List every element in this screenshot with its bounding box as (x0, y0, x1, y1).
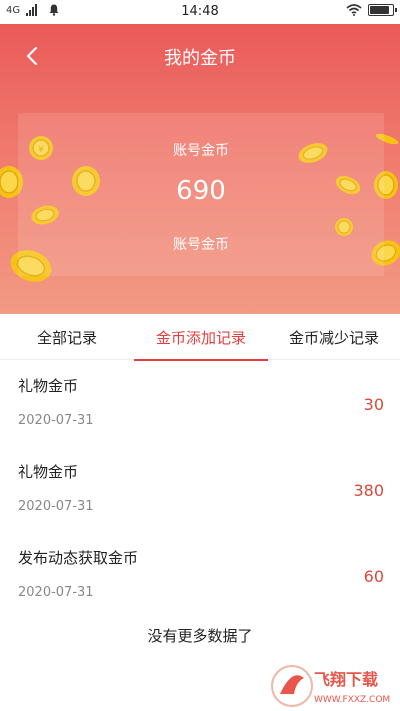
watermark-logo: 飞翔下载 WWW.FXXZ.COM (271, 665, 390, 707)
wifi-icon (346, 4, 362, 16)
tab-coins-reduced[interactable]: 金币减少记录 (268, 314, 400, 360)
status-bar: 4G 14:48 (0, 0, 400, 24)
balance-label-bottom: 账号金币 (173, 237, 229, 253)
record-date: 2020-07-31 (18, 499, 94, 514)
record-tabs: 全部记录 金币添加记录 金币减少记录 (0, 314, 400, 361)
list-item[interactable]: 发布动态获取金币 2020-07-31 60 (0, 533, 400, 619)
record-title: 发布动态获取金币 (18, 549, 139, 567)
record-date: 2020-07-31 (18, 413, 94, 428)
battery-icon (368, 4, 397, 16)
watermark-name: 飞翔下载 (314, 670, 378, 689)
page-title: 我的金币 (164, 48, 236, 69)
tab-coins-added[interactable]: 金币添加记录 (134, 314, 268, 360)
record-date: 2020-07-31 (18, 585, 94, 600)
record-amount: 380 (353, 481, 384, 500)
list-item[interactable]: 礼物金币 2020-07-31 380 (0, 447, 400, 533)
record-title: 礼物金币 (18, 377, 79, 395)
no-more-data-text: 没有更多数据了 (147, 627, 253, 645)
record-amount: 30 (363, 395, 384, 414)
coin-balance-card: 账号金币 690 账号金币 (18, 113, 384, 276)
record-amount: 60 (363, 567, 384, 586)
nav-bar: 我的金币 (0, 24, 400, 88)
status-time: 14:48 (181, 4, 219, 19)
record-title: 礼物金币 (18, 463, 79, 481)
watermark-url: WWW.FXXZ.COM (314, 695, 390, 705)
balance-label-top: 账号金币 (173, 143, 229, 159)
status-right (346, 4, 397, 16)
coins-header: 我的金币 ¥ 账号金币 690 账号金币 (0, 24, 400, 314)
tab-all-records[interactable]: 全部记录 (0, 314, 134, 360)
list-item[interactable]: 礼物金币 2020-07-31 30 (0, 361, 400, 447)
coin-balance-value: 690 (176, 176, 226, 206)
